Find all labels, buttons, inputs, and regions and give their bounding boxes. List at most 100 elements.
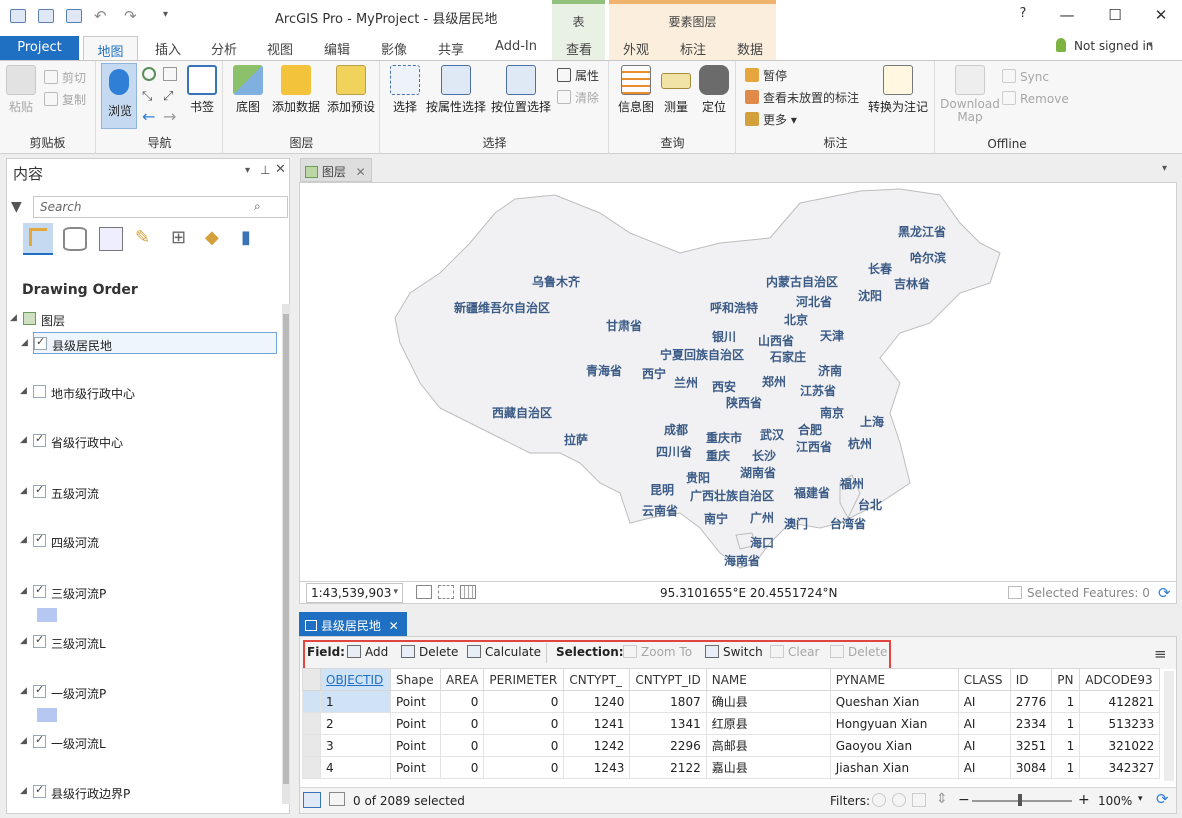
zoom-out-button[interactable]: − bbox=[958, 792, 970, 808]
pane-menu-icon[interactable]: ▾ bbox=[245, 165, 250, 176]
table-menu-icon[interactable]: ≡ bbox=[1154, 645, 1167, 663]
tab-data[interactable]: 数据 bbox=[730, 39, 770, 58]
table-row[interactable]: 1 Point 0 0 1240 1807 确山县 Queshan Xian AI 2776 1 41… bbox=[302, 690, 1161, 713]
table-cell[interactable]: 红原县 bbox=[705, 712, 831, 735]
table-cell[interactable]: Jiashan Xian bbox=[829, 756, 959, 779]
column-header[interactable]: ID bbox=[1009, 668, 1053, 691]
column-header[interactable]: Shape bbox=[390, 668, 441, 691]
zoom-in-button[interactable]: + bbox=[1078, 792, 1090, 808]
table-cell[interactable]: 确山县 bbox=[705, 690, 831, 713]
table-cell[interactable]: 0 bbox=[483, 756, 565, 779]
show-all-records-icon[interactable] bbox=[303, 792, 321, 808]
pin-icon[interactable]: ⊥ bbox=[260, 163, 270, 177]
zoom-dropdown-icon[interactable]: ▾ bbox=[1138, 794, 1143, 804]
close-tab-icon[interactable]: ✕ bbox=[356, 165, 366, 179]
table-cell[interactable]: AI bbox=[957, 756, 1011, 779]
maximize-button[interactable]: ☐ bbox=[1100, 6, 1130, 24]
table-row[interactable]: 3 Point 0 0 1242 2296 高邮县 Gaoyou Xian AI 3251 1 321… bbox=[302, 734, 1161, 757]
table-cell[interactable]: 342327 bbox=[1079, 756, 1161, 779]
open-project-icon[interactable] bbox=[38, 9, 54, 23]
table-cell[interactable]: 2 bbox=[320, 712, 391, 735]
table-cell[interactable]: Queshan Xian bbox=[829, 690, 959, 713]
pause-labeling-button[interactable]: 暂停 bbox=[745, 67, 787, 84]
layer-visibility-checkbox[interactable] bbox=[34, 335, 47, 350]
table-cell[interactable]: Point bbox=[390, 756, 441, 779]
layer-item[interactable]: ◢ 五级河流 bbox=[7, 481, 277, 503]
zoom-slider-handle[interactable] bbox=[1018, 794, 1022, 806]
clear-selection-button[interactable]: 清除 bbox=[557, 89, 599, 106]
refresh-icon[interactable]: ⟳ bbox=[1158, 584, 1171, 602]
zoom-slider[interactable] bbox=[972, 800, 1072, 802]
filter-icon[interactable]: ▼ bbox=[11, 199, 22, 215]
tab-map-view[interactable]: 图层 ✕ bbox=[300, 158, 372, 182]
expand-toggle-icon[interactable]: ◢ bbox=[20, 386, 27, 396]
table-cell[interactable]: 1 bbox=[1051, 756, 1081, 779]
table-cell[interactable]: Point bbox=[390, 712, 441, 735]
table-cell[interactable]: 1242 bbox=[563, 734, 631, 757]
extent-filter-icon[interactable] bbox=[872, 793, 886, 807]
cut-button[interactable]: 剪切 bbox=[44, 69, 86, 86]
bookmarks-button[interactable]: 书签 bbox=[184, 65, 220, 115]
layer-item[interactable]: ◢ 地市级行政中心 bbox=[7, 381, 277, 403]
table-cell[interactable]: Gaoyou Xian bbox=[829, 734, 959, 757]
range-filter-icon[interactable] bbox=[912, 793, 926, 807]
tab-insert[interactable]: 插入 bbox=[148, 39, 188, 58]
column-header[interactable]: PYNAME bbox=[829, 668, 959, 691]
layer-item[interactable]: ◢ 县级居民地 bbox=[21, 332, 277, 354]
attributes-button[interactable]: 属性 bbox=[557, 67, 599, 84]
table-row[interactable]: 4 Point 0 0 1243 2122 嘉山县 Jiashan Xian AI 3084 1 34… bbox=[302, 756, 1161, 779]
more-button[interactable]: 更多 ▾ bbox=[745, 111, 797, 128]
table-cell[interactable]: 0 bbox=[483, 734, 565, 757]
search-input[interactable]: Search bbox=[33, 196, 288, 218]
snapping-icon[interactable] bbox=[438, 585, 454, 599]
table-cell[interactable]: 0 bbox=[483, 712, 565, 735]
table-cell[interactable]: 0 bbox=[439, 712, 485, 735]
tab-labeling[interactable]: 标注 bbox=[673, 39, 713, 58]
layer-visibility-checkbox[interactable] bbox=[33, 483, 46, 498]
layer-item[interactable]: ◢ 县级行政边界P bbox=[7, 781, 277, 803]
layer-item[interactable]: ◢ 四级河流 bbox=[7, 530, 277, 552]
layer-visibility-checkbox[interactable] bbox=[33, 532, 46, 547]
help-button[interactable]: ? bbox=[1008, 6, 1038, 21]
row-header[interactable] bbox=[302, 712, 321, 735]
table-cell[interactable]: 513233 bbox=[1079, 712, 1161, 735]
tab-attribute-table[interactable]: 县级居民地 ✕ bbox=[299, 612, 407, 636]
table-cell[interactable]: 高邮县 bbox=[705, 734, 831, 757]
show-selected-records-icon[interactable] bbox=[329, 792, 345, 806]
table-cell[interactable]: 3084 bbox=[1009, 756, 1053, 779]
table-cell[interactable]: 2776 bbox=[1009, 690, 1053, 713]
column-header[interactable]: PERIMETER bbox=[483, 668, 565, 691]
next-extent-icon[interactable]: → bbox=[163, 107, 176, 126]
drawing-order-tool[interactable] bbox=[23, 223, 53, 255]
select-button[interactable]: 选择 bbox=[387, 65, 423, 115]
tab-imagery[interactable]: 影像 bbox=[374, 39, 414, 58]
redo-icon[interactable]: ↷ bbox=[124, 7, 137, 25]
tab-map[interactable]: 地图 bbox=[83, 36, 138, 61]
table-cell[interactable]: 1807 bbox=[629, 690, 707, 713]
table-cell[interactable]: 1 bbox=[1051, 734, 1081, 757]
table-scrollbar[interactable] bbox=[1164, 671, 1174, 781]
table-cell[interactable]: AI bbox=[957, 734, 1011, 757]
sync-button[interactable]: Sync bbox=[1002, 69, 1049, 84]
table-row[interactable]: 2 Point 0 0 1241 1341 红原县 Hongyuan Xian AI 2334 1 5… bbox=[302, 712, 1161, 735]
view-unplaced-button[interactable]: 查看未放置的标注 bbox=[745, 89, 859, 106]
tab-appearance[interactable]: 外观 bbox=[616, 39, 656, 58]
globe-icon[interactable] bbox=[142, 67, 156, 81]
table-cell[interactable]: 1243 bbox=[563, 756, 631, 779]
layer-item[interactable]: ◢ 一级河流L bbox=[7, 731, 277, 753]
table-cell[interactable]: 2334 bbox=[1009, 712, 1053, 735]
tab-analysis[interactable]: 分析 bbox=[204, 39, 244, 58]
basemap-button[interactable]: 底图 bbox=[230, 65, 266, 115]
tab-addin[interactable]: Add-In bbox=[488, 39, 544, 54]
column-header[interactable]: CLASS bbox=[957, 668, 1011, 691]
tab-share[interactable]: 共享 bbox=[431, 39, 471, 58]
table-cell[interactable]: Point bbox=[390, 734, 441, 757]
list-by-source-icon[interactable] bbox=[63, 227, 87, 251]
remove-button[interactable]: Remove bbox=[1002, 91, 1069, 106]
layer-visibility-checkbox[interactable] bbox=[33, 385, 46, 398]
select-by-location-button[interactable]: 按位置选择 bbox=[489, 65, 553, 115]
table-cell[interactable]: 2296 bbox=[629, 734, 707, 757]
column-header[interactable]: NAME bbox=[705, 668, 831, 691]
table-cell[interactable]: 0 bbox=[483, 690, 565, 713]
table-cell[interactable]: 1 bbox=[1051, 690, 1081, 713]
